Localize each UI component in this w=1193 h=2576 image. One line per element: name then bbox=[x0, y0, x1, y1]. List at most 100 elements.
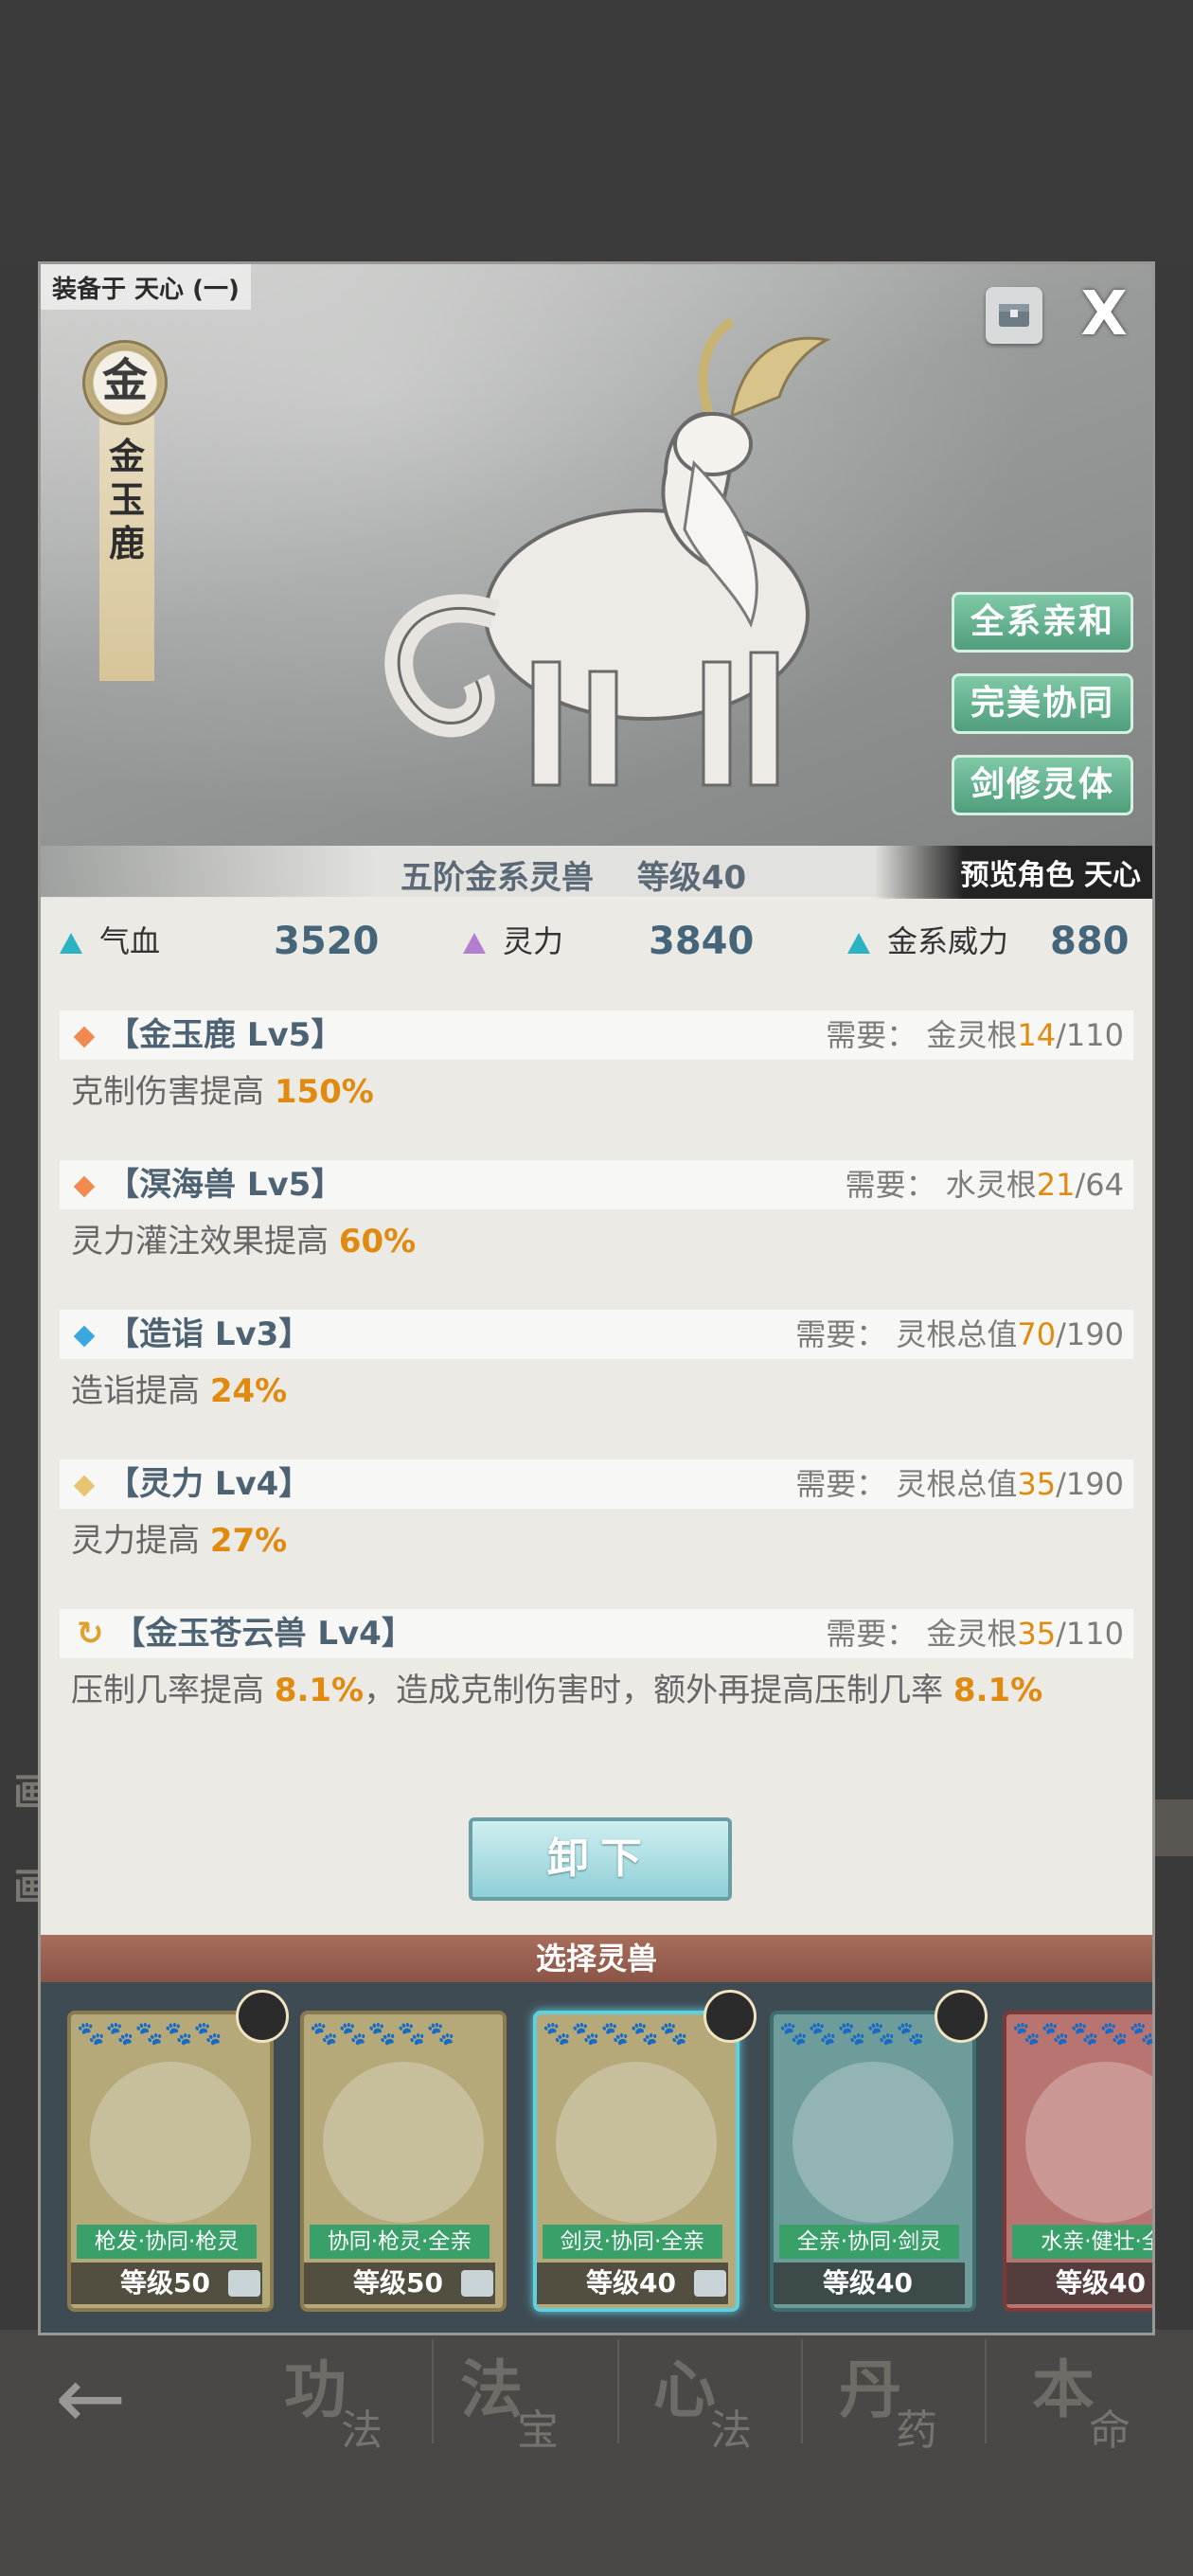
beast-portrait bbox=[323, 2062, 484, 2223]
skill-title: 【金玉鹿 Lv5】 bbox=[107, 1016, 344, 1054]
beast-name-char: 鹿 bbox=[108, 523, 145, 564]
nav-benming[interactable]: 本 命 bbox=[1032, 2339, 1184, 2472]
spirit-beast-modal: 装备于 天心 (一) X 金 玉 鹿 金 全系亲和 完美协同 剑修灵体 五阶金系… bbox=[38, 261, 1155, 2335]
paw-rating-icon: 🐾🐾🐾🐾🐾 bbox=[77, 2020, 223, 2047]
trait-all-affinity[interactable]: 全系亲和 bbox=[952, 592, 1133, 653]
storage-button[interactable] bbox=[986, 287, 1042, 344]
beast-tags: 剑灵·协同·全亲 bbox=[543, 2225, 722, 2259]
triangle-icon bbox=[60, 933, 82, 954]
skill-requirement: 需要： 灵根总值35/190 bbox=[795, 1463, 1124, 1505]
skill-description: 压制几率提高 8.1%，造成克制伤害时，额外再提高压制几率 8.1% bbox=[71, 1668, 1042, 1713]
req-prefix: 需要： 金灵根 bbox=[826, 1017, 1018, 1053]
nav-fabao[interactable]: 法 宝 bbox=[460, 2339, 612, 2472]
skill-description: 克制伤害提高 150% bbox=[71, 1069, 374, 1115]
nav-gongfa-big: 功 bbox=[284, 2352, 347, 2426]
desc-text-2: ，造成克制伤害时，额外再提高压制几率 bbox=[364, 1672, 953, 1709]
unequip-button[interactable]: 卸下 bbox=[469, 1817, 732, 1901]
paw-rating-icon: 🐾🐾🐾🐾🐾 bbox=[543, 2020, 689, 2047]
skill-requirement: 需要： 金灵根14/110 bbox=[826, 1014, 1124, 1056]
req-current: 21 bbox=[1036, 1167, 1076, 1203]
skill-requirement: 需要： 灵根总值70/190 bbox=[795, 1314, 1124, 1355]
diamond-icon bbox=[73, 1475, 96, 1496]
trait-perfect-synergy[interactable]: 完美协同 bbox=[952, 673, 1133, 734]
equipped-label: 装备于 天心 (一) bbox=[41, 264, 251, 310]
beast-card[interactable]: 🐾🐾🐾🐾🐾 协同·枪灵·全亲 等级50 bbox=[300, 2011, 507, 2312]
diamond-icon bbox=[73, 1026, 96, 1047]
desc-value-2: 8.1% bbox=[953, 1672, 1043, 1709]
diamond-icon bbox=[73, 1175, 96, 1197]
refresh-icon: ↻ bbox=[77, 1615, 104, 1653]
nav-divider bbox=[432, 2339, 434, 2443]
nav-fabao-big: 法 bbox=[460, 2352, 523, 2426]
beast-tags: 水亲·健壮·全 bbox=[1012, 2225, 1152, 2259]
skill-title: 【金玉苍云兽 Lv4】 bbox=[113, 1615, 414, 1653]
req-max: /190 bbox=[1056, 1466, 1124, 1502]
beast-card[interactable]: 🐾🐾🐾🐾🐾 枪发·协同·枪灵 等级50 bbox=[67, 2011, 274, 2312]
skill-description: 灵力灌注效果提高 60% bbox=[71, 1219, 416, 1264]
skill-entry: 【灵力 Lv4】 需要： 灵根总值35/190 灵力提高 27% bbox=[60, 1459, 1133, 1611]
beast-card-selected[interactable]: 🐾🐾🐾🐾🐾 剑灵·协同·全亲 等级40 bbox=[533, 2011, 739, 2312]
skill-title: 【灵力 Lv4】 bbox=[107, 1465, 312, 1503]
req-prefix: 需要： 灵根总值 bbox=[795, 1466, 1018, 1502]
beast-card[interactable]: 🐾🐾🐾🐾🐾 全亲·协同·剑灵 等级40 bbox=[770, 2011, 976, 2312]
stat-mana: 灵力 3840 bbox=[463, 908, 754, 975]
nav-divider bbox=[801, 2339, 803, 2443]
close-button[interactable]: X bbox=[1071, 281, 1137, 348]
skill-title: 【造诣 Lv3】 bbox=[107, 1315, 312, 1353]
nav-xinfa[interactable]: 心 法 bbox=[653, 2339, 805, 2472]
nav-danyao[interactable]: 丹 药 bbox=[839, 2339, 990, 2472]
skill-entry: 【溟海兽 Lv5】 需要： 水灵根21/64 灵力灌注效果提高 60% bbox=[60, 1160, 1133, 1312]
nav-xinfa-small: 法 bbox=[710, 2406, 752, 2455]
skill-entry: 【造诣 Lv3】 需要： 灵根总值70/190 造诣提高 24% bbox=[60, 1310, 1133, 1461]
skill-description: 灵力提高 27% bbox=[71, 1518, 287, 1564]
background-right-strip bbox=[1155, 1799, 1193, 1856]
beast-portrait bbox=[792, 2062, 953, 2223]
beast-card-list[interactable]: 🐾🐾🐾🐾🐾 枪发·协同·枪灵 等级50 🐾🐾🐾🐾🐾 协同·枪灵·全亲 等级50 … bbox=[41, 1982, 1152, 2333]
golden-jade-deer-illustration bbox=[384, 316, 831, 787]
nav-xinfa-big: 心 bbox=[653, 2352, 716, 2426]
stat-metal-power-label: 金系威力 bbox=[887, 923, 1009, 959]
req-prefix: 需要： 水灵根 bbox=[845, 1167, 1037, 1203]
desc-value: 24% bbox=[209, 1372, 288, 1410]
nav-benming-big: 本 bbox=[1032, 2352, 1095, 2426]
stat-hp-label: 气血 bbox=[99, 923, 161, 959]
req-current: 35 bbox=[1017, 1466, 1057, 1502]
desc-text: 克制伤害提高 bbox=[71, 1073, 275, 1111]
req-current: 35 bbox=[1017, 1616, 1057, 1652]
nav-gongfa[interactable]: 功 法 bbox=[284, 2339, 436, 2472]
desc-text: 灵力提高 bbox=[71, 1522, 210, 1560]
nav-danyao-big: 丹 bbox=[839, 2352, 901, 2426]
trait-sword-spirit-body[interactable]: 剑修灵体 bbox=[952, 755, 1133, 815]
skill-requirement: 需要： 水灵根21/64 bbox=[846, 1164, 1124, 1206]
desc-value: 8.1% bbox=[274, 1672, 365, 1709]
stat-metal-power: 金系威力 880 bbox=[847, 908, 1130, 975]
stat-mana-value: 3840 bbox=[649, 920, 755, 963]
stat-metal-power-value: 880 bbox=[1050, 920, 1130, 963]
skill-header: 【溟海兽 Lv5】 需要： 水灵根21/64 bbox=[60, 1160, 1133, 1209]
stat-mana-label: 灵力 bbox=[503, 923, 564, 959]
req-prefix: 需要： 灵根总值 bbox=[795, 1316, 1018, 1352]
back-arrow-icon[interactable]: ← bbox=[55, 2349, 126, 2448]
beast-card[interactable]: 🐾🐾🐾🐾🐾 水亲·健壮·全 等级40 bbox=[1003, 2011, 1152, 2312]
beast-level: 等级40 bbox=[774, 2263, 965, 2304]
element-badge: 金 bbox=[82, 340, 168, 425]
nav-divider bbox=[617, 2339, 619, 2443]
skill-description: 造诣提高 24% bbox=[71, 1368, 287, 1414]
skill-entry: 【金玉鹿 Lv5】 需要： 金灵根14/110 克制伤害提高 150% bbox=[60, 1011, 1133, 1162]
req-prefix: 需要： 金灵根 bbox=[826, 1616, 1018, 1652]
beast-hero-panel: 装备于 天心 (一) X 金 玉 鹿 金 全系亲和 完美协同 剑修灵体 五阶金系… bbox=[41, 264, 1152, 899]
beast-portrait bbox=[90, 2062, 251, 2223]
stat-hp-value: 3520 bbox=[274, 920, 380, 963]
select-beast-header: 选择灵兽 bbox=[41, 1935, 1152, 1982]
req-current: 70 bbox=[1017, 1316, 1057, 1352]
nav-divider bbox=[985, 2339, 987, 2443]
background-top bbox=[0, 0, 1193, 265]
desc-value: 150% bbox=[274, 1073, 374, 1111]
beast-title-bar: 五阶金系灵兽 等级40 预览角色 天心 bbox=[41, 846, 1152, 899]
skill-name: 【灵力 Lv4】 bbox=[73, 1463, 312, 1505]
stats-row: 气血 3520 灵力 3840 金系威力 880 bbox=[41, 908, 1152, 984]
paw-rating-icon: 🐾🐾🐾🐾🐾 bbox=[779, 2020, 926, 2047]
preview-character-label[interactable]: 预览角色 天心 bbox=[961, 851, 1141, 893]
skill-name: 【造诣 Lv3】 bbox=[73, 1314, 312, 1355]
owner-avatar bbox=[935, 1990, 988, 2043]
